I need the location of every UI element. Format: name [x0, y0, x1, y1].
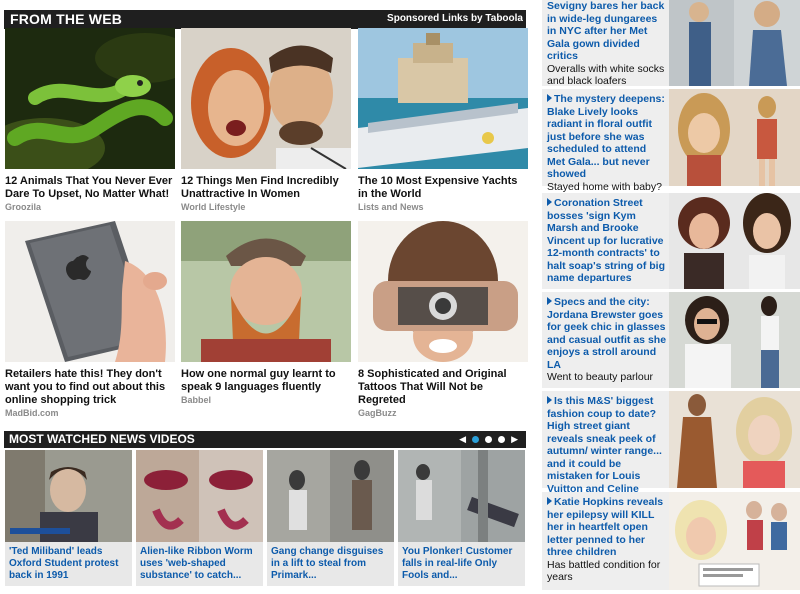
- luxury-yacht-photo[interactable]: [358, 28, 528, 169]
- web-tile[interactable]: 8 Sophisticated and Original Tattoos Tha…: [358, 221, 528, 418]
- lift-cctv-video[interactable]: [267, 450, 394, 542]
- news-headline[interactable]: Katie Hopkins reveals her epilepsy will …: [547, 496, 663, 558]
- triangle-right-icon: [547, 94, 552, 102]
- triangle-right-icon: [547, 297, 552, 305]
- news-text: Specs and the city: Jordana Brewster goe…: [547, 296, 667, 384]
- video-caption[interactable]: You Plonker! Customer falls in real-life…: [398, 542, 525, 582]
- shop-fall-cctv-video[interactable]: [398, 450, 525, 542]
- couple-shouting-photo[interactable]: [181, 28, 351, 169]
- news-text: Coronation Street bosses 'sign Kym Marsh…: [547, 197, 667, 285]
- sidebar-news-item[interactable]: Katie Hopkins reveals her epilepsy will …: [542, 492, 800, 590]
- tile-source: World Lifestyle: [181, 202, 246, 212]
- video-item[interactable]: 'Ted Miliband' leads Oxford Student prot…: [5, 450, 132, 586]
- tile-source: Groozila: [5, 202, 42, 212]
- sidebar-news-item[interactable]: The mystery deepens: Blake Lively looks …: [542, 89, 800, 193]
- sponsored-links-label[interactable]: Sponsored Links by Taboola: [387, 13, 523, 24]
- news-subtext: Overalls with white socks and black loaf…: [547, 62, 665, 88]
- carousel-dot[interactable]: [472, 436, 480, 443]
- news-headline[interactable]: The mystery deepens: Blake Lively looks …: [547, 93, 665, 180]
- blake-lively-photo[interactable]: [669, 89, 800, 186]
- most-watched-header: MOST WATCHED NEWS VIDEOS ◀ ▶: [4, 431, 526, 448]
- web-tile[interactable]: 12 Animals That You Never Ever Dare To U…: [5, 28, 175, 212]
- left-column: FROM THE WEB Sponsored Links by Taboola …: [0, 0, 530, 594]
- section-title: FROM THE WEB: [10, 11, 123, 27]
- news-headline[interactable]: Sevigny bares her back in wide-leg dunga…: [547, 0, 664, 62]
- tile-caption[interactable]: 12 Animals That You Never Ever Dare To U…: [5, 175, 175, 201]
- tile-source: Lists and News: [358, 202, 424, 212]
- news-subtext: Stayed home with baby?: [547, 180, 662, 193]
- tile-caption[interactable]: 12 Things Men Find Incredibly Unattracti…: [181, 175, 351, 201]
- sidebar-news-item[interactable]: Specs and the city: Jordana Brewster goe…: [542, 292, 800, 388]
- ms-fashion-photo[interactable]: [669, 391, 800, 488]
- news-text: Is this M&S' biggest fashion coup to dat…: [547, 395, 667, 495]
- news-headline[interactable]: Is this M&S' biggest fashion coup to dat…: [547, 395, 662, 495]
- carousel-nav: ◀ ▶: [459, 435, 518, 444]
- news-subtext: Has battled condition for years: [547, 558, 661, 584]
- tile-source: MadBid.com: [5, 408, 59, 418]
- tile-caption[interactable]: How one normal guy learnt to speak 9 lan…: [181, 368, 351, 394]
- sidebar-news-item[interactable]: Coronation Street bosses 'sign Kym Marsh…: [542, 193, 800, 289]
- katie-hopkins-photo[interactable]: [669, 492, 800, 590]
- web-tile[interactable]: The 10 Most Expensive Yachts in the Worl…: [358, 28, 528, 212]
- tile-caption[interactable]: Retailers hate this! They don't want you…: [5, 368, 175, 407]
- news-text: Sevigny bares her back in wide-leg dunga…: [547, 0, 667, 88]
- sidebar-news-item[interactable]: Is this M&S' biggest fashion coup to dat…: [542, 391, 800, 495]
- jordana-brewster-photo[interactable]: [669, 292, 800, 388]
- page: FROM THE WEB Sponsored Links by Taboola …: [0, 0, 800, 594]
- carousel-dot[interactable]: [485, 436, 493, 443]
- triangle-right-icon: [547, 198, 552, 206]
- hand-holding-iphone-photo[interactable]: [5, 221, 175, 362]
- triangle-left-icon[interactable]: ◀: [459, 435, 466, 444]
- carousel-dot[interactable]: [498, 436, 506, 443]
- web-tile[interactable]: 12 Things Men Find Incredibly Unattracti…: [181, 28, 351, 212]
- triangle-right-icon[interactable]: ▶: [511, 435, 518, 444]
- video-item[interactable]: Gang change disguises in a lift to steal…: [267, 450, 394, 586]
- video-item[interactable]: Alien-like Ribbon Worm uses 'web-shaped …: [136, 450, 263, 586]
- news-headline[interactable]: Specs and the city: Jordana Brewster goe…: [547, 296, 666, 371]
- news-headline[interactable]: Coronation Street bosses 'sign Kym Marsh…: [547, 197, 665, 284]
- ribbon-worm-video[interactable]: [136, 450, 263, 542]
- triangle-right-icon: [547, 396, 552, 404]
- tile-source: Babbel: [181, 395, 212, 405]
- video-item[interactable]: You Plonker! Customer falls in real-life…: [398, 450, 525, 586]
- green-snake-photo[interactable]: [5, 28, 175, 169]
- bearded-man-cap-photo[interactable]: [181, 221, 351, 362]
- triangle-right-icon: [547, 497, 552, 505]
- tile-caption[interactable]: The 10 Most Expensive Yachts in the Worl…: [358, 175, 528, 201]
- news-subtext: Went to beauty parlour: [547, 371, 654, 383]
- video-caption[interactable]: Gang change disguises in a lift to steal…: [267, 542, 394, 582]
- tile-source: GagBuzz: [358, 408, 397, 418]
- news-text: The mystery deepens: Blake Lively looks …: [547, 93, 667, 193]
- video-caption[interactable]: 'Ted Miliband' leads Oxford Student prot…: [5, 542, 132, 582]
- coronation-street-stars-photo[interactable]: [669, 193, 800, 289]
- news-text: Katie Hopkins reveals her epilepsy will …: [547, 496, 667, 584]
- sidebar-news-item[interactable]: Sevigny bares her back in wide-leg dunga…: [542, 0, 800, 88]
- video-caption[interactable]: Alien-like Ribbon Worm uses 'web-shaped …: [136, 542, 263, 582]
- student-protest-video[interactable]: [5, 450, 132, 542]
- web-tile[interactable]: How one normal guy learnt to speak 9 lan…: [181, 221, 351, 405]
- tile-caption[interactable]: 8 Sophisticated and Original Tattoos Tha…: [358, 368, 528, 407]
- section-title: MOST WATCHED NEWS VIDEOS: [9, 432, 195, 446]
- camera-tattoo-arm-photo[interactable]: [358, 221, 528, 362]
- celebrity-dungarees-photo[interactable]: [669, 0, 800, 86]
- web-tile[interactable]: Retailers hate this! They don't want you…: [5, 221, 175, 418]
- from-the-web-header: FROM THE WEB Sponsored Links by Taboola: [4, 10, 526, 29]
